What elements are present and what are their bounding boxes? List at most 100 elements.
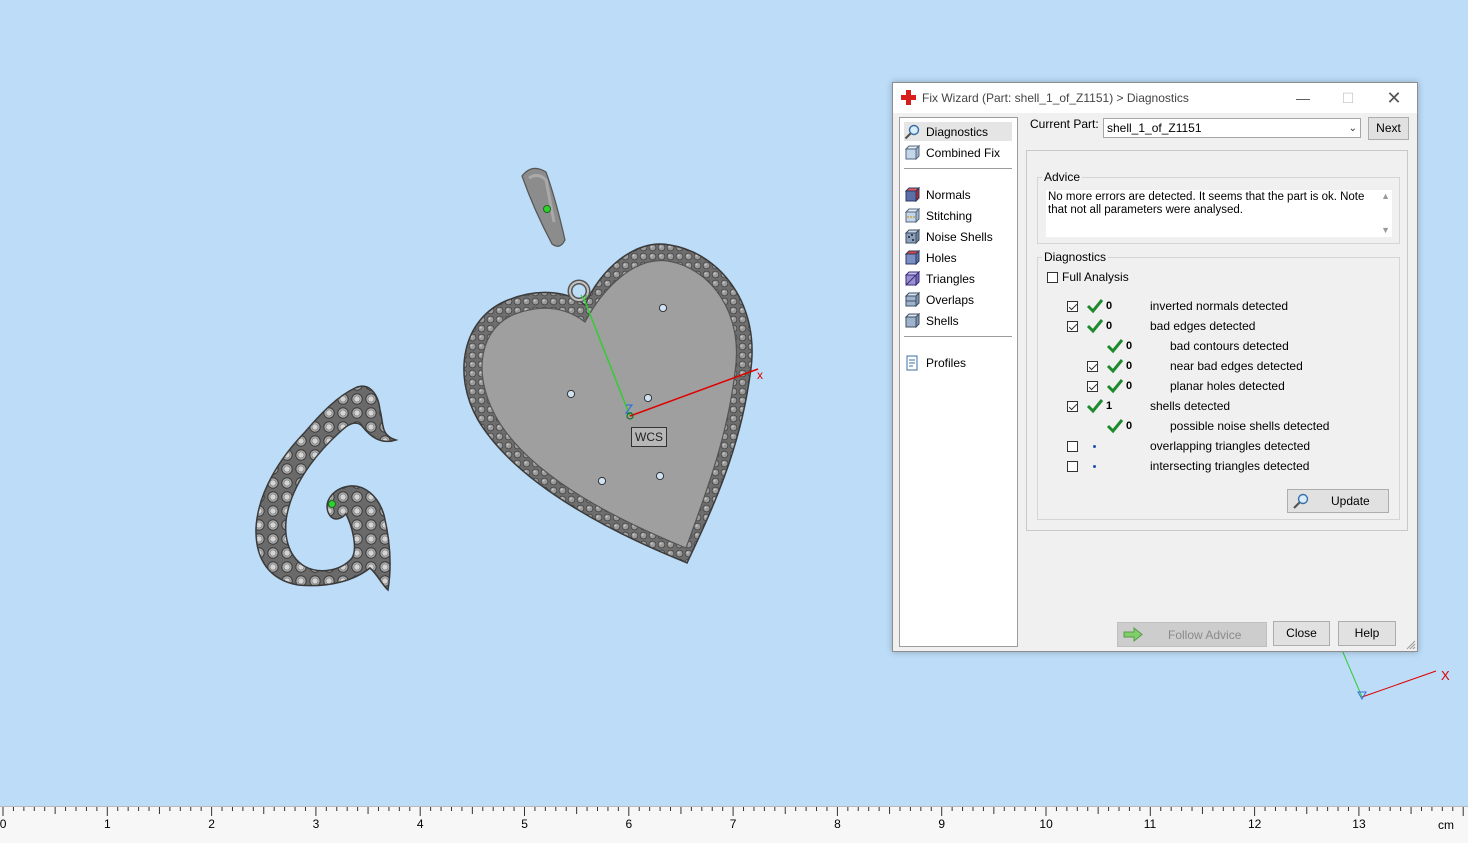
checkmark-icon — [1086, 399, 1104, 414]
ruler-tick-label: 2 — [208, 817, 215, 831]
overlaps-icon — [904, 291, 920, 307]
current-part-select[interactable]: shell_1_of_Z1151 ⌄ — [1103, 118, 1361, 138]
near-bad-edges-count: 0 — [1126, 360, 1133, 372]
follow-advice-button[interactable]: Follow Advice — [1117, 622, 1267, 647]
advice-textbox[interactable]: No more errors are detected. It seems th… — [1046, 190, 1392, 237]
ruler-tick-label: 10 — [1039, 817, 1053, 831]
shells-label: shells detected — [1150, 399, 1231, 413]
intersecting-triangles-checkbox[interactable] — [1067, 461, 1078, 472]
ruler-tick-label: 0 — [0, 817, 7, 831]
window-title: Fix Wizard (Part: shell_1_of_Z1151) > Di… — [922, 91, 1189, 105]
overlapping-triangles-checkbox[interactable] — [1067, 441, 1078, 452]
inverted-normals-checkbox[interactable] — [1067, 301, 1078, 312]
close-window-button[interactable]: ✕ — [1374, 87, 1414, 109]
nav-item-label: Shells — [926, 313, 959, 328]
combined-fix-icon — [904, 144, 920, 160]
help-button[interactable]: Help — [1338, 621, 1396, 646]
update-label: Update — [1331, 494, 1370, 508]
status-unknown-icon — [1093, 465, 1096, 468]
nav-item-label: Triangles — [926, 271, 975, 286]
close-button[interactable]: Close — [1273, 621, 1330, 646]
shells-icon — [904, 312, 920, 328]
nav-item-label: Combined Fix — [926, 145, 1001, 160]
planar-holes-checkbox[interactable] — [1087, 381, 1098, 392]
full-analysis-checkbox[interactable] — [1047, 272, 1058, 283]
ruler-tick-label: 4 — [416, 817, 424, 831]
checkmark-icon — [1106, 339, 1124, 354]
overlapping-triangles-label: overlapping triangles detected — [1150, 439, 1311, 453]
scroll-down-icon[interactable]: ▼ — [1381, 225, 1390, 235]
fix-wizard-dialog: Fix Wizard (Part: shell_1_of_Z1151) > Di… — [892, 82, 1418, 652]
inverted-normals-count: 0 — [1106, 300, 1113, 312]
near-bad-edges-label: near bad edges detected — [1170, 359, 1303, 373]
wcs-label: WCS — [631, 427, 667, 447]
nav-item-triangles[interactable]: Triangles — [904, 269, 1012, 288]
bail-part[interactable] — [521, 167, 566, 247]
advice-title: Advice — [1042, 170, 1083, 184]
nav-item-shells[interactable]: Shells — [904, 311, 1012, 330]
nav-item-normals[interactable]: Normals — [904, 185, 1012, 204]
ruler-tick-label: 13 — [1352, 817, 1366, 831]
resize-grip-icon[interactable] — [1406, 640, 1416, 650]
nav-item-profiles[interactable]: Profiles — [904, 353, 1012, 372]
nav-item-overlaps[interactable]: Overlaps — [904, 290, 1012, 309]
triangles-icon — [904, 270, 920, 286]
magnifier-icon — [1293, 493, 1309, 509]
follow-advice-label: Follow Advice — [1168, 628, 1242, 642]
title-bar[interactable]: Fix Wizard (Part: shell_1_of_Z1151) > Di… — [893, 83, 1417, 113]
nav-item-holes[interactable]: Holes — [904, 248, 1012, 267]
corner-axis-x-label: X — [1441, 668, 1450, 683]
advice-text: No more errors are detected. It seems th… — [1048, 191, 1365, 216]
normals-icon — [904, 186, 920, 202]
current-part-label: Current Part: — [1030, 117, 1099, 131]
nav-item-diagnostics[interactable]: Diagnostics — [904, 122, 1012, 141]
nav-item-label: Stitching — [926, 208, 973, 223]
letter-g-part[interactable] — [255, 385, 399, 592]
ruler-unit: cm — [1438, 818, 1454, 832]
bad-edges-checkbox[interactable] — [1067, 321, 1078, 332]
ruler-tick-label: 3 — [312, 817, 320, 831]
status-unknown-icon — [1093, 445, 1096, 448]
axis-x-label: x — [757, 368, 763, 382]
maximize-button[interactable]: ☐ — [1328, 87, 1368, 109]
holes-icon — [904, 249, 920, 265]
intersecting-triangles-label: intersecting triangles detected — [1150, 459, 1310, 473]
noise-shells-count: 0 — [1126, 420, 1133, 432]
wizard-nav-panel: Diagnostics Combined Fix Normals Stitchi… — [899, 117, 1018, 647]
next-button[interactable]: Next — [1368, 117, 1409, 140]
diagnostics-panel: Advice No more errors are detected. It s… — [1026, 150, 1408, 531]
near-bad-edges-checkbox[interactable] — [1087, 361, 1098, 372]
nav-separator — [904, 168, 1012, 169]
nav-item-noise-shells[interactable]: Noise Shells — [904, 227, 1012, 246]
nav-item-label: Noise Shells — [926, 229, 993, 244]
update-button[interactable]: Update — [1287, 489, 1389, 513]
ruler-tick-label: 6 — [625, 817, 633, 831]
ruler-tick-label: 11 — [1143, 817, 1157, 831]
nav-item-stitching[interactable]: Stitching — [904, 206, 1012, 225]
checkmark-icon — [1106, 379, 1124, 394]
checkmark-icon — [1106, 419, 1124, 434]
stitching-icon — [904, 207, 920, 223]
full-analysis-label: Full Analysis — [1062, 270, 1129, 284]
diagnostics-title: Diagnostics — [1042, 250, 1109, 264]
heart-part[interactable] — [463, 243, 753, 565]
corner-axis-triad: X — [1341, 649, 1450, 701]
arrow-right-icon — [1123, 627, 1143, 642]
noise-shells-icon — [904, 228, 920, 244]
planar-holes-label: planar holes detected — [1170, 379, 1285, 393]
scroll-up-icon[interactable]: ▲ — [1381, 191, 1390, 201]
nav-item-label: Holes — [926, 250, 957, 265]
shells-count: 1 — [1106, 400, 1113, 412]
nav-item-label: Diagnostics — [926, 124, 989, 139]
chevron-down-icon: ⌄ — [1348, 123, 1357, 134]
ruler-tick-label: 8 — [834, 817, 841, 831]
minimize-button[interactable]: — — [1283, 87, 1323, 109]
checkmark-icon — [1086, 299, 1104, 314]
inverted-normals-label: inverted normals detected — [1150, 299, 1289, 313]
nav-item-label: Overlaps — [926, 292, 975, 307]
checkmark-icon — [1086, 319, 1104, 334]
shells-checkbox[interactable] — [1067, 401, 1078, 412]
profiles-icon — [906, 355, 918, 370]
current-part-value: shell_1_of_Z1151 — [1107, 121, 1202, 135]
nav-item-combined-fix[interactable]: Combined Fix — [904, 143, 1012, 162]
